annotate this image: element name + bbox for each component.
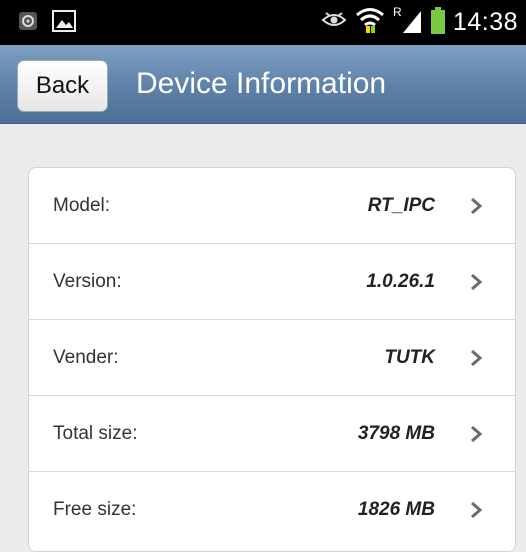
row-value: TUTK <box>384 347 435 368</box>
notification-icon <box>18 11 38 36</box>
wifi-icon <box>355 6 385 39</box>
row-label: Total size: <box>53 423 138 444</box>
row-label: Vender: <box>53 347 119 368</box>
chevron-right-icon <box>471 273 483 291</box>
info-row-version[interactable]: Version: 1.0.26.1 <box>29 244 515 320</box>
chevron-right-icon <box>471 501 483 519</box>
status-bar-right: R 14:38 <box>321 0 518 45</box>
info-row-vender[interactable]: Vender: TUTK <box>29 320 515 396</box>
device-info-list: Model: RT_IPC Version: 1.0.26.1 Vender: … <box>28 167 516 552</box>
signal-icon: R <box>393 5 423 40</box>
row-value: 1826 MB <box>357 499 435 520</box>
back-button[interactable]: Back <box>17 60 108 112</box>
chevron-right-icon <box>471 425 483 443</box>
row-value: 3798 MB <box>357 423 435 444</box>
roaming-indicator: R <box>393 5 402 19</box>
eye-icon <box>321 11 347 34</box>
status-bar: R 14:38 <box>0 0 526 45</box>
row-label: Version: <box>53 271 122 292</box>
row-value: 1.0.26.1 <box>366 271 435 292</box>
row-label: Free size: <box>53 499 137 520</box>
info-row-model[interactable]: Model: RT_IPC <box>29 168 515 244</box>
row-value: RT_IPC <box>367 195 435 216</box>
chevron-right-icon <box>471 349 483 367</box>
image-icon <box>52 10 76 37</box>
status-time: 14:38 <box>452 8 518 36</box>
page-title: Device Information <box>136 67 387 100</box>
battery-icon <box>430 6 445 39</box>
title-bar: Back Device Information <box>0 45 526 124</box>
info-row-free-size[interactable]: Free size: 1826 MB <box>29 472 515 548</box>
row-label: Model: <box>53 195 111 216</box>
info-row-total-size[interactable]: Total size: 3798 MB <box>29 396 515 472</box>
status-bar-left <box>18 10 76 37</box>
chevron-right-icon <box>471 197 483 215</box>
